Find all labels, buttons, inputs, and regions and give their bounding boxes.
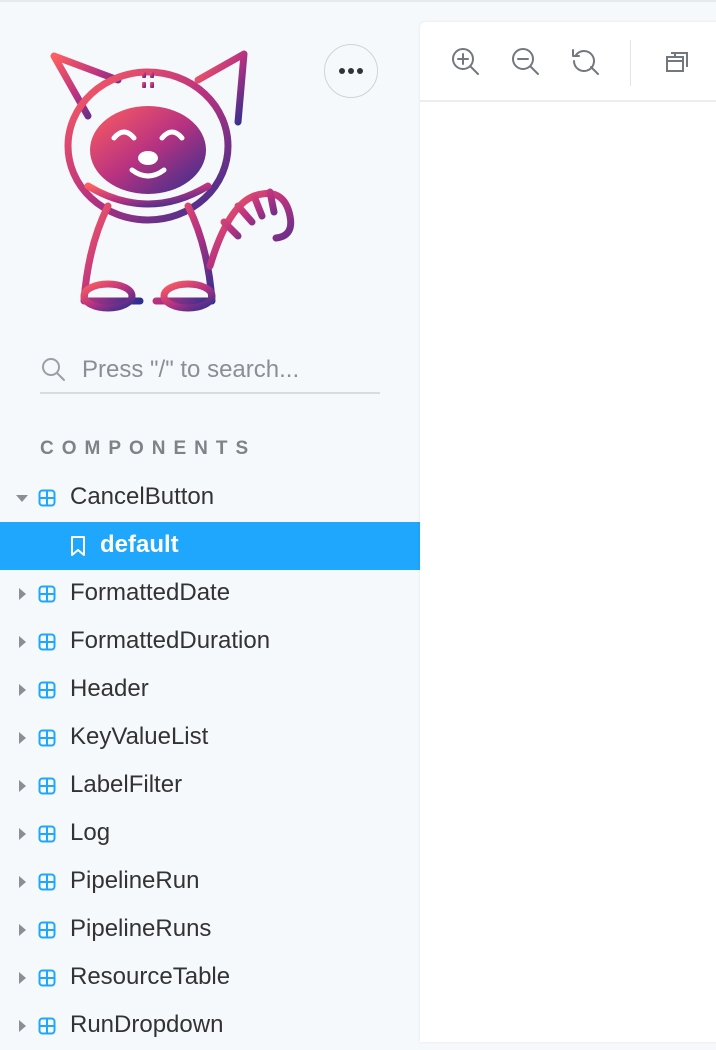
component-tree: CancelButton default FormattedDate Forma… <box>0 474 420 1050</box>
chevron-right-icon <box>19 876 26 888</box>
sidebar-item-cancelbutton[interactable]: CancelButton <box>0 474 420 522</box>
background-icon <box>666 52 688 72</box>
chevron-right-icon <box>19 972 26 984</box>
component-icon <box>38 585 56 603</box>
reset-zoom-icon <box>572 49 599 75</box>
chevron-right-icon <box>19 828 26 840</box>
story-item-default[interactable]: default <box>0 522 420 570</box>
chevron-right-icon <box>19 1020 26 1032</box>
component-icon <box>38 873 56 891</box>
sidebar-item-pipelineruns[interactable]: PipelineRuns <box>0 906 420 954</box>
sidebar-item-label: PipelineRuns <box>70 915 212 942</box>
component-icon <box>38 921 56 939</box>
ellipsis-icon <box>339 68 363 74</box>
sidebar-item-formattedduration[interactable]: FormattedDuration <box>0 618 420 666</box>
component-icon <box>38 681 56 699</box>
sidebar-item-resourcetable[interactable]: ResourceTable <box>0 954 420 1002</box>
component-icon <box>38 777 56 795</box>
sidebar-item-label: PipelineRun <box>70 867 200 894</box>
component-icon <box>38 729 56 747</box>
sidebar-item-log[interactable]: Log <box>0 810 420 858</box>
sidebar-item-label: FormattedDuration <box>70 627 271 654</box>
search-box <box>40 346 380 394</box>
component-icon <box>38 969 56 987</box>
story-item-label: default <box>100 531 179 558</box>
sidebar-item-label: KeyValueList <box>70 723 209 750</box>
chevron-right-icon <box>19 684 26 696</box>
zoom-out-icon <box>512 48 539 75</box>
sidebar-item-rundropdown[interactable]: RunDropdown <box>0 1002 420 1050</box>
chevron-right-icon <box>19 636 26 648</box>
toolbar-divider <box>630 40 631 86</box>
zoom-in-button[interactable] <box>448 44 482 78</box>
component-icon <box>38 1017 56 1035</box>
chevron-down-icon <box>16 495 28 502</box>
preview-panel <box>420 22 716 1042</box>
component-icon <box>38 489 56 507</box>
zoom-in-icon <box>452 48 479 75</box>
background-button[interactable] <box>660 44 694 78</box>
sidebar-item-label: FormattedDate <box>70 579 231 606</box>
component-icon <box>38 633 56 651</box>
sidebar-item-label: CancelButton <box>70 483 215 510</box>
sidebar-item-label: RunDropdown <box>70 1011 224 1038</box>
sidebar-item-labelfilter[interactable]: LabelFilter <box>0 762 420 810</box>
chevron-right-icon <box>19 588 26 600</box>
chevron-right-icon <box>19 924 26 936</box>
sidebar: COMPONENTS CancelButton default Formatte… <box>0 2 420 1038</box>
sidebar-item-label: LabelFilter <box>70 771 183 798</box>
sidebar-item-label: Header <box>70 675 149 702</box>
sidebar-item-formatteddate[interactable]: FormattedDate <box>0 570 420 618</box>
sidebar-item-keyvaluelist[interactable]: KeyValueList <box>0 714 420 762</box>
chevron-right-icon <box>19 780 26 792</box>
search-input[interactable] <box>80 350 380 390</box>
sidebar-item-pipelinerun[interactable]: PipelineRun <box>0 858 420 906</box>
sidebar-item-header[interactable]: Header <box>0 666 420 714</box>
chevron-right-icon <box>19 732 26 744</box>
component-icon <box>38 825 56 843</box>
sidebar-item-label: Log <box>70 819 111 846</box>
search-icon <box>42 358 65 381</box>
menu-button[interactable] <box>324 44 378 98</box>
tekton-cat-logo <box>50 50 295 312</box>
bookmark-icon <box>71 536 85 556</box>
preview-toolbar <box>420 22 716 102</box>
zoom-out-button[interactable] <box>508 44 542 78</box>
reset-zoom-button[interactable] <box>568 44 602 78</box>
sidebar-item-label: ResourceTable <box>70 963 231 990</box>
section-title: COMPONENTS <box>40 438 257 459</box>
